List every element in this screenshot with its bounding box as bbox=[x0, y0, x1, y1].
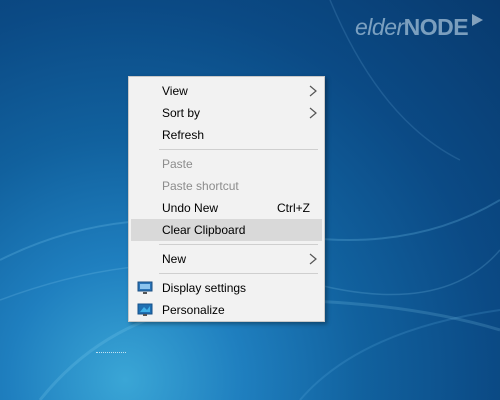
menu-item-label: Sort by bbox=[162, 106, 201, 120]
play-triangle-icon bbox=[472, 14, 484, 26]
menu-item-personalize[interactable]: Personalize bbox=[131, 299, 322, 321]
menu-item-label: Clear Clipboard bbox=[162, 223, 246, 237]
desktop-background[interactable]: elderNODE View Sort by Refresh Paste Pas… bbox=[0, 0, 500, 400]
menu-item-new[interactable]: New bbox=[131, 248, 322, 270]
menu-item-label: Paste bbox=[162, 157, 193, 171]
menu-item-label: New bbox=[162, 252, 187, 266]
menu-item-shortcut: Ctrl+Z bbox=[277, 201, 310, 215]
submenu-arrow-icon bbox=[309, 85, 317, 97]
menu-separator bbox=[159, 244, 318, 245]
menu-item-label: View bbox=[162, 84, 188, 98]
menu-separator bbox=[159, 149, 318, 150]
menu-item-paste-shortcut[interactable]: Paste shortcut bbox=[131, 175, 322, 197]
submenu-arrow-icon bbox=[309, 253, 317, 265]
menu-item-display-settings[interactable]: Display settings bbox=[131, 277, 322, 299]
menu-item-label: Refresh bbox=[162, 128, 205, 142]
selection-dots bbox=[96, 352, 126, 354]
menu-item-view[interactable]: View bbox=[131, 80, 322, 102]
menu-item-label: Display settings bbox=[162, 281, 247, 295]
desktop-context-menu: View Sort by Refresh Paste Paste shortcu… bbox=[128, 76, 325, 322]
submenu-arrow-icon bbox=[309, 107, 317, 119]
menu-item-undo-new[interactable]: Undo New Ctrl+Z bbox=[131, 197, 322, 219]
personalize-icon bbox=[137, 303, 153, 316]
menu-item-label: Personalize bbox=[162, 303, 225, 317]
menu-item-label: Undo New bbox=[162, 201, 219, 215]
menu-item-label: Paste shortcut bbox=[162, 179, 239, 193]
menu-item-paste[interactable]: Paste bbox=[131, 153, 322, 175]
display-settings-icon bbox=[137, 281, 153, 294]
menu-item-sort-by[interactable]: Sort by bbox=[131, 102, 322, 124]
menu-item-refresh[interactable]: Refresh bbox=[131, 124, 322, 146]
menu-item-clear-clipboard[interactable]: Clear Clipboard bbox=[131, 219, 322, 241]
logo-text: elderNODE bbox=[355, 13, 469, 40]
elder-node-logo: elderNODE bbox=[355, 12, 484, 42]
menu-separator bbox=[159, 273, 318, 274]
